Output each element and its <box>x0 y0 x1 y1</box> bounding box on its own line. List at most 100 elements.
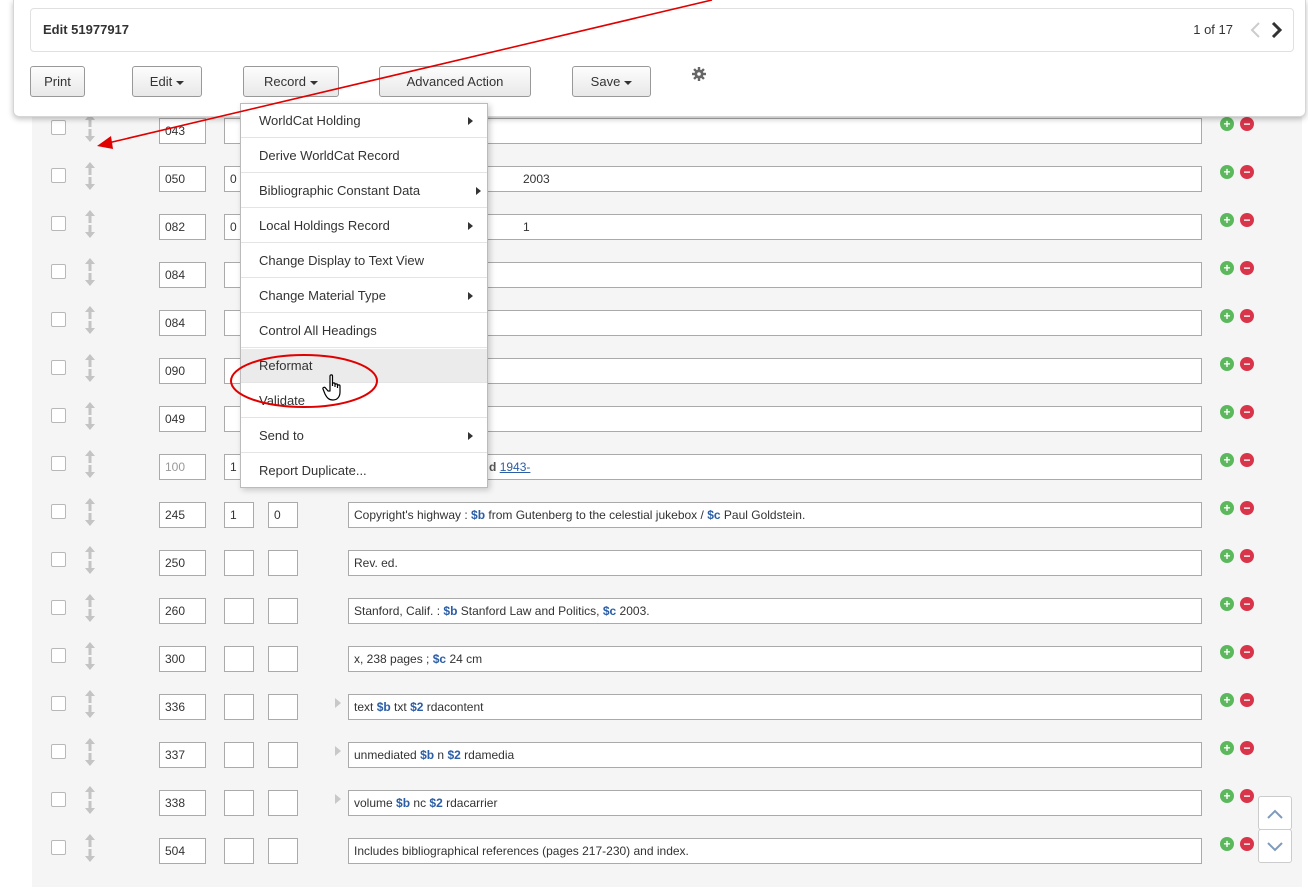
indicator-2-field[interactable] <box>268 838 298 864</box>
add-field-button[interactable]: + <box>1220 357 1234 371</box>
move-arrows-icon[interactable] <box>84 546 96 574</box>
tag-field[interactable]: 300 <box>159 646 206 672</box>
add-field-button[interactable]: + <box>1220 789 1234 803</box>
indicator-2-field[interactable]: 0 <box>268 502 298 528</box>
menu-item-change-material-type[interactable]: Change Material Type <box>241 279 487 313</box>
remove-field-button[interactable]: − <box>1240 645 1254 659</box>
indicator-1-field[interactable] <box>224 550 254 576</box>
add-field-button[interactable]: + <box>1220 645 1234 659</box>
remove-field-button[interactable]: − <box>1240 165 1254 179</box>
row-checkbox[interactable] <box>51 408 66 423</box>
expand-triangle-icon[interactable] <box>335 746 341 756</box>
remove-field-button[interactable]: − <box>1240 741 1254 755</box>
expand-triangle-icon[interactable] <box>335 698 341 708</box>
chevron-left-icon[interactable] <box>1249 22 1261 38</box>
row-checkbox[interactable] <box>51 216 66 231</box>
tag-field[interactable]: 100 <box>159 454 206 480</box>
gear-icon[interactable] <box>692 67 706 81</box>
indicator-2-field[interactable] <box>268 598 298 624</box>
indicator-1-field[interactable]: 1 <box>224 502 254 528</box>
tag-field[interactable]: 336 <box>159 694 206 720</box>
row-checkbox[interactable] <box>51 600 66 615</box>
field-data[interactable]: Rev. ed. <box>348 550 1202 576</box>
tag-field[interactable]: 043 <box>159 118 206 144</box>
remove-field-button[interactable]: − <box>1240 549 1254 563</box>
row-checkbox[interactable] <box>51 840 66 855</box>
indicator-2-field[interactable] <box>268 550 298 576</box>
scroll-up-button[interactable] <box>1258 796 1292 830</box>
indicator-2-field[interactable] <box>268 790 298 816</box>
remove-field-button[interactable]: − <box>1240 453 1254 467</box>
move-arrows-icon[interactable] <box>84 738 96 766</box>
move-arrows-icon[interactable] <box>84 210 96 238</box>
tag-field[interactable]: 338 <box>159 790 206 816</box>
tag-field[interactable]: 260 <box>159 598 206 624</box>
tag-field[interactable]: 049 <box>159 406 206 432</box>
row-checkbox[interactable] <box>51 456 66 471</box>
remove-field-button[interactable]: − <box>1240 837 1254 851</box>
move-arrows-icon[interactable] <box>84 402 96 430</box>
field-data[interactable]: volume $b nc $2 rdacarrier <box>348 790 1202 816</box>
field-data[interactable]: Includes bibliographical references (pag… <box>348 838 1202 864</box>
tag-field[interactable]: 090 <box>159 358 206 384</box>
move-arrows-icon[interactable] <box>84 450 96 478</box>
tag-field[interactable]: 250 <box>159 550 206 576</box>
row-checkbox[interactable] <box>51 792 66 807</box>
indicator-2-field[interactable] <box>268 694 298 720</box>
indicator-1-field[interactable] <box>224 790 254 816</box>
row-checkbox[interactable] <box>51 312 66 327</box>
move-arrows-icon[interactable] <box>84 162 96 190</box>
indicator-1-field[interactable] <box>224 742 254 768</box>
field-data[interactable]: unmediated $b n $2 rdamedia <box>348 742 1202 768</box>
tag-field[interactable]: 504 <box>159 838 206 864</box>
tag-field[interactable]: 245 <box>159 502 206 528</box>
tag-field[interactable]: 337 <box>159 742 206 768</box>
add-field-button[interactable]: + <box>1220 597 1234 611</box>
tag-field[interactable]: 082 <box>159 214 206 240</box>
authority-link[interactable]: 1943- <box>500 460 531 474</box>
row-checkbox[interactable] <box>51 552 66 567</box>
remove-field-button[interactable]: − <box>1240 357 1254 371</box>
menu-item-derive-worldcat-record[interactable]: Derive WorldCat Record <box>241 139 487 173</box>
add-field-button[interactable]: + <box>1220 549 1234 563</box>
indicator-2-field[interactable] <box>268 646 298 672</box>
remove-field-button[interactable]: − <box>1240 693 1254 707</box>
add-field-button[interactable]: + <box>1220 117 1234 131</box>
indicator-2-field[interactable] <box>268 742 298 768</box>
remove-field-button[interactable]: − <box>1240 789 1254 803</box>
add-field-button[interactable]: + <box>1220 741 1234 755</box>
row-checkbox[interactable] <box>51 168 66 183</box>
indicator-1-field[interactable] <box>224 598 254 624</box>
indicator-1-field[interactable] <box>224 838 254 864</box>
expand-triangle-icon[interactable] <box>335 794 341 804</box>
edit-button[interactable]: Edit <box>132 66 202 97</box>
menu-item-local-holdings-record[interactable]: Local Holdings Record <box>241 209 487 243</box>
remove-field-button[interactable]: − <box>1240 597 1254 611</box>
advanced-action-button[interactable]: Advanced Action <box>379 66 531 97</box>
chevron-right-icon[interactable] <box>1271 22 1283 38</box>
add-field-button[interactable]: + <box>1220 453 1234 467</box>
menu-item-send-to[interactable]: Send to <box>241 419 487 453</box>
add-field-button[interactable]: + <box>1220 213 1234 227</box>
menu-item-validate[interactable]: Validate <box>241 384 487 418</box>
save-button[interactable]: Save <box>572 66 651 97</box>
remove-field-button[interactable]: − <box>1240 117 1254 131</box>
menu-item-control-all-headings[interactable]: Control All Headings <box>241 314 487 348</box>
tag-field[interactable]: 050 <box>159 166 206 192</box>
row-checkbox[interactable] <box>51 696 66 711</box>
move-arrows-icon[interactable] <box>84 114 96 142</box>
move-arrows-icon[interactable] <box>84 258 96 286</box>
menu-item-worldcat-holding[interactable]: WorldCat Holding <box>241 104 487 138</box>
row-checkbox[interactable] <box>51 120 66 135</box>
field-data[interactable]: Stanford, Calif. : $b Stanford Law and P… <box>348 598 1202 624</box>
remove-field-button[interactable]: − <box>1240 405 1254 419</box>
remove-field-button[interactable]: − <box>1240 309 1254 323</box>
move-arrows-icon[interactable] <box>84 498 96 526</box>
add-field-button[interactable]: + <box>1220 261 1234 275</box>
row-checkbox[interactable] <box>51 504 66 519</box>
field-data[interactable]: text $b txt $2 rdacontent <box>348 694 1202 720</box>
indicator-1-field[interactable] <box>224 646 254 672</box>
tag-field[interactable]: 084 <box>159 310 206 336</box>
print-button[interactable]: Print <box>30 66 85 97</box>
remove-field-button[interactable]: − <box>1240 261 1254 275</box>
